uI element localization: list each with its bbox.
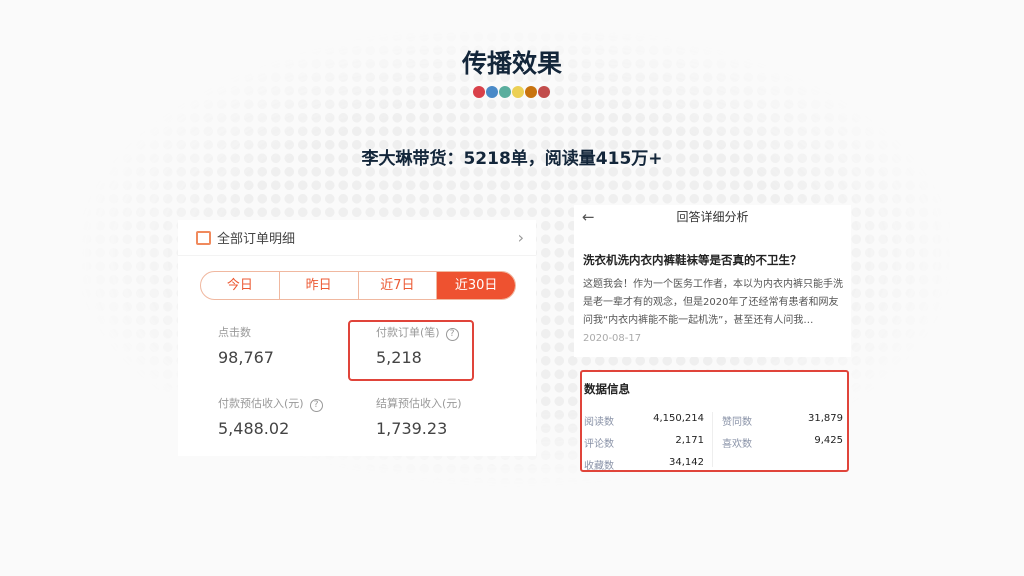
stat-row: 评论数 2,171: [584, 435, 704, 450]
stat-label: 赞同数: [722, 417, 752, 428]
stat-label: 收藏数: [584, 461, 614, 472]
highlight-box: [348, 320, 474, 381]
answer-excerpt: 这题我会！作为一个医务工作者，本以为内衣内裤只能手洗是老一辈才有的观念，但是20…: [583, 279, 843, 326]
metric-label-wrap: 付款预估收入(元)?: [218, 395, 323, 412]
metric-value: 1,739.23: [376, 419, 448, 438]
color-dots: [473, 86, 550, 98]
color-dot: [538, 86, 550, 98]
stat-row: 赞同数 31,879: [722, 413, 843, 428]
stat-value: 2,171: [675, 435, 704, 446]
answer-card: ← 回答详细分析 洗衣机洗内衣内裤鞋袜等是否真的不卫生？ 这题我会！作为一个医务工…: [574, 205, 851, 357]
color-dot: [473, 86, 485, 98]
color-dot: [512, 86, 524, 98]
question-title[interactable]: 洗衣机洗内衣内裤鞋袜等是否真的不卫生？: [583, 252, 802, 268]
stats-card: 数据信息 阅读数 4,150,214 赞同数 31,879 评论数 2,171 喜欢数…: [580, 370, 849, 472]
stat-value: 9,425: [814, 435, 843, 446]
metric-value: 98,767: [218, 348, 274, 367]
stats-header: 数据信息: [584, 382, 630, 396]
stat-row: 收藏数 34,142: [584, 457, 704, 472]
tab-today[interactable]: 今日: [201, 272, 280, 299]
tab-yesterday[interactable]: 昨日: [280, 272, 359, 299]
date-range-tabs: 今日 昨日 近7日 近30日: [200, 271, 516, 300]
stat-value: 4,150,214: [653, 413, 704, 424]
metric-label: 付款预估收入(元): [218, 397, 304, 410]
metric-value: 5,488.02: [218, 419, 290, 438]
metric-label: 点击数: [218, 326, 251, 339]
stat-value: 31,879: [808, 413, 843, 424]
tab-7-days[interactable]: 近7日: [359, 272, 438, 299]
chevron-right-icon: ›: [517, 228, 524, 247]
back-arrow-icon[interactable]: ←: [582, 205, 595, 229]
stat-value: 34,142: [669, 457, 704, 468]
order-edit-icon: [196, 230, 211, 245]
tab-30-days[interactable]: 近30日: [437, 272, 515, 299]
answer-header: 回答详细分析: [676, 210, 749, 224]
help-icon[interactable]: ?: [309, 399, 323, 412]
orders-header[interactable]: 全部订单明细 ›: [178, 220, 536, 256]
page-title: 传播效果: [461, 49, 562, 78]
color-dot: [499, 86, 511, 98]
color-dot: [486, 86, 498, 98]
subtitle: 李大琳带货：5218单，阅读量415万+: [361, 149, 663, 169]
stat-label: 阅读数: [584, 417, 614, 428]
orders-header-label: 全部订单明细: [217, 232, 296, 247]
color-dot: [525, 86, 537, 98]
stat-row: 阅读数 4,150,214: [584, 413, 704, 428]
metric-label: 结算预估收入(元): [376, 397, 462, 410]
stat-label: 评论数: [584, 439, 614, 450]
stat-row: 喜欢数 9,425: [722, 435, 843, 450]
stat-label: 喜欢数: [722, 439, 752, 450]
answer-date: 2020-08-17: [583, 333, 642, 344]
divider: [712, 412, 713, 467]
